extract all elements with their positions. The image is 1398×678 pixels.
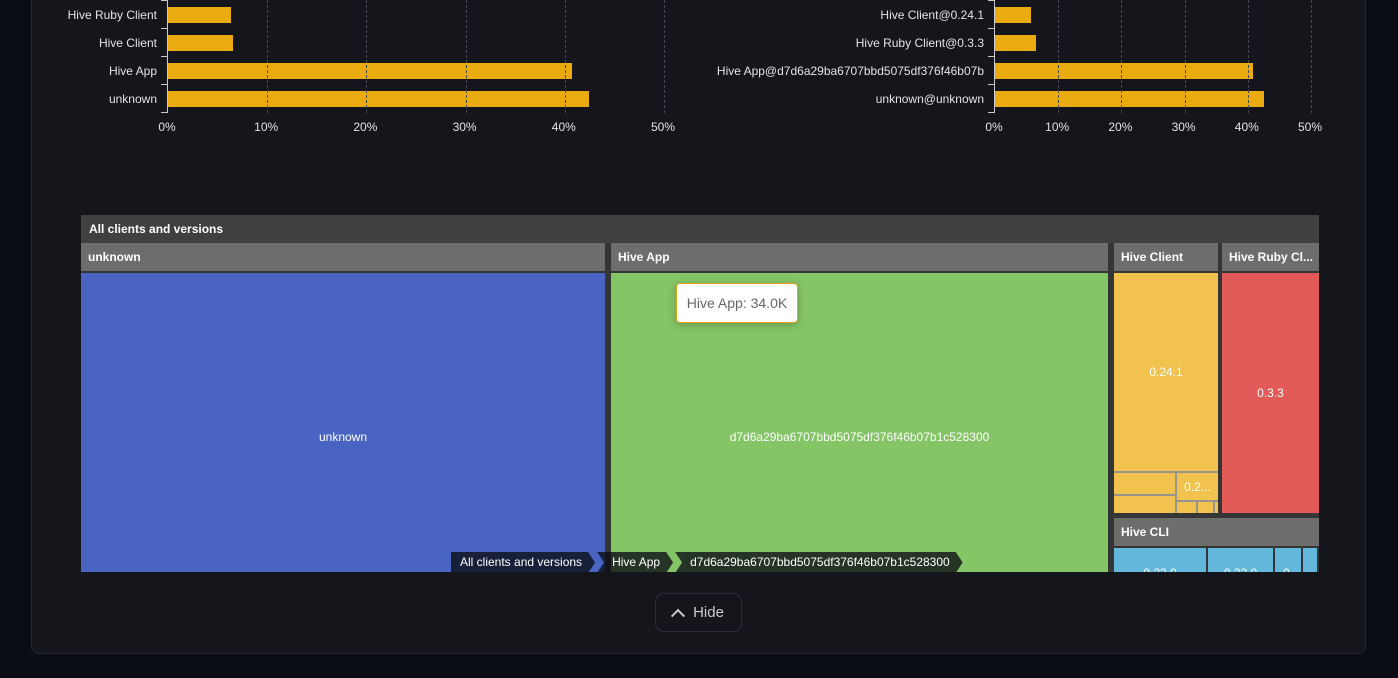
treemap-block[interactable] xyxy=(1114,496,1175,513)
gridline xyxy=(1185,0,1186,113)
gridline xyxy=(1311,0,1312,113)
x-axis-tick-label: 40% xyxy=(552,120,576,134)
y-axis: Hive Client@0.24.1Hive Ruby Client@0.3.3… xyxy=(695,0,989,113)
x-axis-tick-label: 50% xyxy=(1298,120,1322,134)
treemap-subgrid: 0.23.0 0.23.0 0. xyxy=(1114,548,1319,572)
bar-Hive Client@0.24.1[interactable] xyxy=(995,7,1031,23)
bar-Hive App@d7d6a29ba6707bbd5075df376f46b07b[interactable] xyxy=(995,63,1253,79)
hide-button-label: Hide xyxy=(693,604,724,621)
y-axis-label: Hive App xyxy=(109,57,157,85)
gridline xyxy=(565,0,566,113)
bar-Hive Ruby Client@0.3.3[interactable] xyxy=(995,35,1036,51)
gridline xyxy=(1121,0,1122,113)
y-axis-label: Hive App@d7d6a29ba6707bbd5075df376f46b07… xyxy=(717,57,984,85)
axis-tick xyxy=(161,56,167,57)
x-axis-tick-label: 50% xyxy=(651,120,675,134)
treemap-group-hive-client: Hive Client 0.24.1 0.2... xyxy=(1114,243,1218,513)
breadcrumb-item-hash[interactable]: d7d6a29ba6707bbd5075df376f46b07b1c528300 xyxy=(675,552,963,572)
treemap-block[interactable] xyxy=(1215,502,1218,513)
x-axis-tick-label: 10% xyxy=(1045,120,1069,134)
bar-Hive Ruby Client[interactable] xyxy=(168,7,231,23)
axis-tick xyxy=(161,112,167,113)
hide-button[interactable]: Hide xyxy=(655,593,742,632)
plot-area xyxy=(994,0,1311,113)
treemap-block-label: unknown xyxy=(319,430,367,444)
gridline xyxy=(1058,0,1059,113)
axis-tick xyxy=(988,84,994,85)
bar-unknown@unknown[interactable] xyxy=(995,91,1264,107)
gridline xyxy=(267,0,268,113)
breadcrumb-item-hive-app[interactable]: Hive App xyxy=(597,552,673,572)
treemap-block-cli-4[interactable] xyxy=(1303,548,1317,572)
treemap-subgrid: 0.24.1 0.2... xyxy=(1114,273,1218,513)
x-axis-tick-label: 30% xyxy=(453,120,477,134)
x-axis-tick-label: 20% xyxy=(353,120,377,134)
treemap-block-cli-2[interactable]: 0.23.0 xyxy=(1208,548,1273,572)
y-axis-label: Hive Ruby Client xyxy=(68,1,157,29)
x-axis: 0%10%20%30%40%50% xyxy=(167,120,663,135)
treemap-group-header[interactable]: Hive CLI xyxy=(1114,518,1319,546)
x-axis-tick-label: 0% xyxy=(985,120,1002,134)
treemap-block-cli-1[interactable]: 0.23.0 xyxy=(1114,548,1206,572)
x-axis-tick-label: 30% xyxy=(1172,120,1196,134)
axis-tick xyxy=(988,56,994,57)
x-axis-tick-label: 20% xyxy=(1108,120,1132,134)
dashboard-screen: Hive Ruby ClientHive ClientHive Appunkno… xyxy=(0,0,1398,678)
x-axis-tick-label: 10% xyxy=(254,120,278,134)
treemap-group-header[interactable]: Hive App xyxy=(611,243,1108,271)
treemap-group-hive-ruby-client: Hive Ruby Cl... 0.3.3 xyxy=(1222,243,1319,513)
treemap-group-header[interactable]: unknown xyxy=(81,243,605,271)
x-axis-tick-label: 0% xyxy=(158,120,175,134)
bar-Hive App[interactable] xyxy=(168,63,572,79)
axis-tick xyxy=(161,0,167,1)
treemap-block-unknown[interactable]: unknown xyxy=(81,273,605,572)
treemap-group-header[interactable]: Hive Client xyxy=(1114,243,1218,271)
axis-tick xyxy=(161,84,167,85)
y-axis: Hive Ruby ClientHive ClientHive Appunkno… xyxy=(20,0,162,113)
tooltip: Hive App: 34.0K xyxy=(676,283,798,323)
y-axis-label: Hive Client@0.24.1 xyxy=(880,1,984,29)
treemap-block[interactable] xyxy=(1177,502,1196,513)
y-axis-label: Hive Ruby Client@0.3.3 xyxy=(856,29,984,57)
treemap-block-0-24-1[interactable]: 0.24.1 xyxy=(1114,273,1218,471)
gridline xyxy=(1248,0,1249,113)
bar-Hive Client[interactable] xyxy=(168,35,233,51)
chevron-up-icon xyxy=(671,608,685,622)
treemap-breadcrumb: All clients and versions Hive App d7d6a2… xyxy=(451,552,963,572)
axis-tick xyxy=(988,0,994,1)
gridline xyxy=(664,0,665,113)
treemap-block-0-3-3[interactable]: 0.3.3 xyxy=(1222,273,1319,513)
x-axis: 0%10%20%30%40%50% xyxy=(994,120,1310,135)
bar-unknown[interactable] xyxy=(168,91,589,107)
tooltip-text: Hive App: 34.0K xyxy=(687,295,787,311)
axis-tick xyxy=(988,28,994,29)
treemap-block[interactable] xyxy=(1114,473,1175,494)
treemap-all-clients: All clients and versions unknown unknown… xyxy=(81,215,1319,572)
gridline xyxy=(366,0,367,113)
treemap-root-header[interactable]: All clients and versions xyxy=(81,215,1319,243)
y-axis-label: Hive Client xyxy=(99,29,157,57)
treemap-group-unknown: unknown unknown xyxy=(81,243,605,572)
treemap-block[interactable] xyxy=(1198,502,1213,513)
breadcrumb-item-root[interactable]: All clients and versions xyxy=(451,552,595,572)
x-axis-tick-label: 40% xyxy=(1235,120,1259,134)
axis-tick xyxy=(988,112,994,113)
plot-area xyxy=(167,0,664,113)
y-axis-label: unknown xyxy=(109,85,157,113)
treemap-block-0-2[interactable]: 0.2... xyxy=(1177,473,1218,500)
gridline xyxy=(466,0,467,113)
treemap-block-label: d7d6a29ba6707bbd5075df376f46b07b1c528300 xyxy=(730,430,990,444)
treemap-group-hive-cli: Hive CLI 0.23.0 0.23.0 0. xyxy=(1114,518,1319,572)
axis-tick xyxy=(161,28,167,29)
treemap-block-cli-3[interactable]: 0. xyxy=(1275,548,1301,572)
y-axis-label: unknown@unknown xyxy=(876,85,984,113)
treemap-group-header[interactable]: Hive Ruby Cl... xyxy=(1222,243,1319,271)
